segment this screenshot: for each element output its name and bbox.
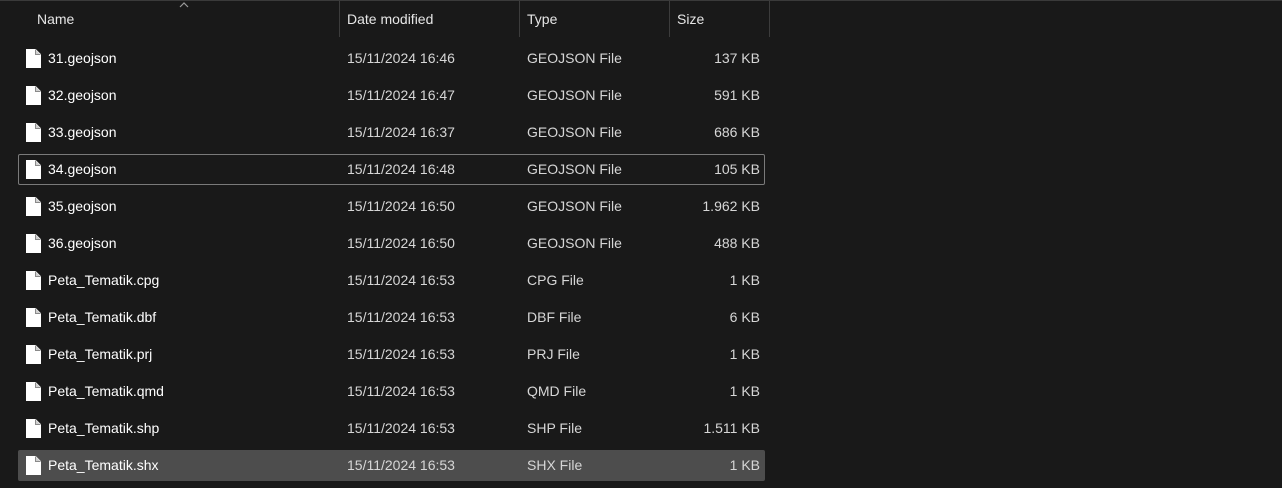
file-size: 1 KB [729,457,760,473]
column-header-name-label: Name [37,11,75,27]
file-date-modified: 15/11/2024 16:53 [347,346,455,362]
file-row[interactable]: Peta_Tematik.dbf 15/11/2024 16:53 DBF File… [18,302,765,333]
file-date-modified: 15/11/2024 16:47 [347,87,455,103]
file-type: QMD File [527,383,587,399]
file-date-modified: 15/11/2024 16:53 [347,309,455,325]
column-header-bar: Name Date modified Type Size [0,0,1282,37]
file-name: 32.geojson [48,87,117,103]
file-explorer-details-view: Name Date modified Type Size 31.geojson 1… [0,0,1282,488]
file-type: SHX File [527,457,583,473]
file-size: 686 KB [714,124,760,140]
column-header-type-label: Type [527,11,558,27]
column-divider[interactable] [769,1,770,37]
file-size: 1.511 KB [703,420,760,436]
file-date-modified: 15/11/2024 16:53 [347,457,455,473]
file-date-modified: 15/11/2024 16:48 [347,161,455,177]
file-name: 34.geojson [48,161,117,177]
file-date-modified: 15/11/2024 16:53 [347,383,455,399]
file-row[interactable]: Peta_Tematik.prj 15/11/2024 16:53 PRJ File… [18,339,765,370]
file-type: GEOJSON File [527,161,622,177]
file-name: Peta_Tematik.shx [48,457,159,473]
column-divider[interactable] [339,1,340,37]
file-row[interactable]: 32.geojson 15/11/2024 16:47 GEOJSON File 59… [18,80,765,111]
file-size: 1 KB [729,383,760,399]
file-icon [25,419,41,438]
file-name: Peta_Tematik.shp [48,420,160,436]
file-row[interactable]: 33.geojson 15/11/2024 16:37 GEOJSON File 68… [18,117,765,148]
file-size: 6 KB [729,309,760,325]
file-date-modified: 15/11/2024 16:53 [347,272,455,288]
file-row[interactable]: 34.geojson 15/11/2024 16:48 GEOJSON File 10… [18,154,765,185]
file-type: GEOJSON File [527,50,622,66]
sort-ascending-icon [179,2,189,8]
file-icon [25,49,41,68]
file-size: 1 KB [729,272,760,288]
file-icon [25,271,41,290]
file-icon [25,308,41,327]
file-type: GEOJSON File [527,124,622,140]
file-name: Peta_Tematik.prj [48,346,153,362]
file-type: GEOJSON File [527,198,622,214]
file-icon [25,456,41,475]
file-name: Peta_Tematik.cpg [48,272,160,288]
file-row[interactable]: 36.geojson 15/11/2024 16:50 GEOJSON File 48… [18,228,765,259]
file-size: 591 KB [714,87,760,103]
file-icon [25,123,41,142]
file-date-modified: 15/11/2024 16:50 [347,198,455,214]
file-icon [25,345,41,364]
file-type: CPG File [527,272,584,288]
file-row[interactable]: Peta_Tematik.shp 15/11/2024 16:53 SHP File… [18,413,765,444]
file-type: PRJ File [527,346,580,362]
file-size: 137 KB [714,50,760,66]
column-header-size-label: Size [677,11,705,27]
file-size: 105 KB [714,161,760,177]
file-date-modified: 15/11/2024 16:50 [347,235,455,251]
file-row[interactable]: 31.geojson 15/11/2024 16:46 GEOJSON File 13… [18,43,765,74]
file-type: SHP File [527,420,582,436]
file-icon [25,197,41,216]
file-icon [25,234,41,253]
file-date-modified: 15/11/2024 16:46 [347,50,455,66]
file-size: 488 KB [714,235,760,251]
file-row[interactable]: 35.geojson 15/11/2024 16:50 GEOJSON File 1.… [18,191,765,222]
column-divider[interactable] [519,1,520,37]
file-date-modified: 15/11/2024 16:53 [347,420,455,436]
file-date-modified: 15/11/2024 16:37 [347,124,455,140]
file-icon [25,160,41,179]
file-row[interactable]: Peta_Tematik.shx 15/11/2024 16:53 SHX File… [18,450,765,481]
column-header-type[interactable]: Type [527,1,669,37]
file-row[interactable]: Peta_Tematik.cpg 15/11/2024 16:53 CPG File… [18,265,765,296]
file-name: 35.geojson [48,198,117,214]
file-type: GEOJSON File [527,87,622,103]
file-icon [25,86,41,105]
file-name: 36.geojson [48,235,117,251]
file-size: 1.962 KB [702,198,760,214]
file-name: Peta_Tematik.dbf [48,309,157,325]
file-type: DBF File [527,309,582,325]
file-type: GEOJSON File [527,235,622,251]
file-name: 33.geojson [48,124,117,140]
file-size: 1 KB [729,346,760,362]
file-name: 31.geojson [48,50,117,66]
file-icon [25,382,41,401]
column-divider[interactable] [669,1,670,37]
column-header-date-label: Date modified [347,11,434,27]
column-header-size[interactable]: Size [677,1,769,37]
column-header-date-modified[interactable]: Date modified [347,1,519,37]
file-row[interactable]: Peta_Tematik.qmd 15/11/2024 16:53 QMD File… [18,376,765,407]
file-name: Peta_Tematik.qmd [48,383,164,399]
